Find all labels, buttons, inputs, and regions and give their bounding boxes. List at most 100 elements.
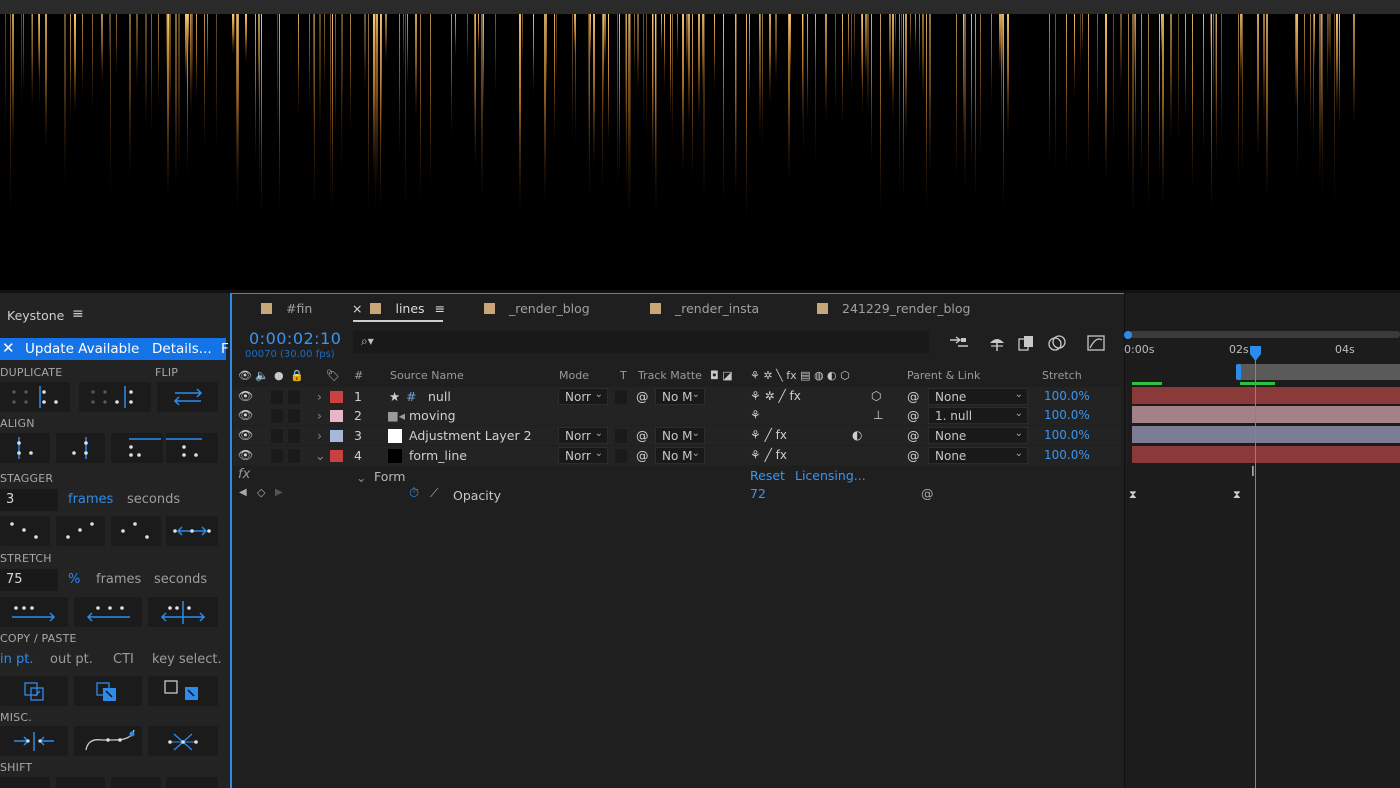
lock-box[interactable] [288, 449, 300, 463]
copy-key-select-toggle[interactable]: key select. [152, 652, 222, 667]
solo-box[interactable] [271, 429, 283, 443]
current-time-indicator-line[interactable] [1255, 358, 1256, 788]
tab-render-blog[interactable]: _render_blog [484, 301, 590, 316]
col-number[interactable]: # [354, 369, 363, 382]
add-keyframe-icon[interactable]: ◇ [257, 486, 265, 499]
flip-button[interactable] [157, 382, 218, 412]
align-out-button[interactable] [56, 433, 105, 463]
chevron-down-icon[interactable]: ⌄ [315, 448, 325, 463]
layer-duration-bar[interactable] [1132, 387, 1400, 404]
collapse-icon[interactable]: ⊥ [873, 408, 883, 422]
adjustment-switch-icon[interactable]: ◐ [852, 428, 862, 442]
preserve-transparency-box[interactable] [615, 390, 627, 404]
next-keyframe-icon[interactable]: ▶ [275, 487, 283, 498]
align-top-button[interactable] [111, 433, 163, 463]
copy-button[interactable] [0, 676, 68, 706]
shift-right-far-button[interactable] [166, 777, 218, 788]
mode-dropdown[interactable]: Norr ⌄ [558, 427, 608, 444]
tab-render-insta[interactable]: _render_insta [650, 301, 759, 316]
tab-close-icon[interactable]: × [352, 301, 362, 316]
label-color-chip[interactable] [330, 391, 343, 403]
reset-link[interactable]: Reset [750, 468, 785, 483]
col-t[interactable]: T [620, 369, 627, 382]
current-time-indicator-head[interactable] [1249, 346, 1262, 362]
layer-switches[interactable]: ⚘ ╱ fx [750, 448, 787, 462]
stretch-left-button[interactable] [74, 597, 142, 627]
previous-keyframe-icon[interactable]: ◀ [239, 487, 247, 498]
graph-icon[interactable]: ⟋ [430, 486, 438, 501]
layer-duration-bar[interactable] [1132, 446, 1400, 463]
time-navigator-bar[interactable] [1128, 331, 1400, 338]
track-matte-dropdown[interactable]: No M ⌄ [655, 388, 705, 405]
frame-blending-icon[interactable] [1016, 334, 1038, 352]
pickwhip-icon[interactable]: @ [636, 448, 649, 463]
stretch-center-button[interactable] [148, 597, 218, 627]
copy-out-point-toggle[interactable]: out pt. [50, 652, 93, 667]
col-mode[interactable]: Mode [559, 369, 589, 382]
stagger-center-button[interactable] [111, 516, 161, 546]
layer-switches[interactable]: ⚘ [750, 408, 761, 422]
align-in-button[interactable] [0, 433, 50, 463]
stretch-value[interactable]: 100.0% [1044, 448, 1090, 462]
composition-flowchart-icon[interactable] [948, 334, 970, 352]
shift-left-button[interactable] [56, 777, 105, 788]
stretch-value-input[interactable]: 75 [0, 569, 58, 591]
layer-switches[interactable]: ⚘ ╱ fx [750, 428, 787, 442]
layer-name[interactable]: form_line [409, 448, 467, 463]
solo-icon[interactable]: ● [274, 369, 284, 382]
pickwhip-icon[interactable]: @ [636, 389, 649, 404]
stagger-value-input[interactable]: 3 [0, 489, 58, 511]
eye-icon[interactable]: 👁 [238, 389, 253, 403]
property-value[interactable]: 72 [750, 486, 766, 501]
chevron-right-icon[interactable]: › [317, 428, 322, 443]
keyframe-icon[interactable]: ⧗ [1233, 488, 1241, 502]
col-source-name[interactable]: Source Name [390, 369, 464, 382]
pickwhip-icon[interactable]: @ [636, 428, 649, 443]
lock-box[interactable] [288, 390, 300, 404]
layer-switches[interactable]: ⚘ ✲ ╱ fx [750, 389, 801, 403]
label-color-chip[interactable] [330, 450, 343, 462]
preserve-transparency-box[interactable] [615, 429, 627, 443]
misc-merge-button[interactable] [0, 726, 68, 756]
eye-icon[interactable]: 👁 [238, 408, 253, 422]
label-tag-icon[interactable]: 🏷 [326, 369, 340, 382]
shy-layers-icon[interactable] [986, 334, 1008, 352]
lock-icon[interactable]: 🔒 [290, 369, 304, 382]
stretch-seconds-toggle[interactable]: seconds [154, 572, 207, 587]
parent-pickwhip-icon[interactable]: @ [907, 428, 920, 443]
stagger-down-button[interactable] [0, 516, 50, 546]
layer-name[interactable]: moving [409, 408, 456, 423]
tab-241229-render-blog[interactable]: 241229_render_blog [817, 301, 970, 316]
motion-blur-icon[interactable] [1046, 334, 1068, 352]
parent-dropdown[interactable]: None ⌄ [928, 447, 1028, 464]
chevron-down-icon[interactable]: ⌄ [356, 470, 366, 485]
copy-cti-toggle[interactable]: CTI [113, 652, 134, 667]
layer-row[interactable]: 👁 › 3 Adjustment Layer 2 Norr ⌄ @ No M ⌄ ⚘… [233, 426, 1121, 446]
col-track-matte[interactable]: Track Matte [638, 369, 702, 382]
col-stretch[interactable]: Stretch [1042, 369, 1082, 382]
expression-pickwhip-icon[interactable]: @ [921, 486, 934, 501]
close-icon[interactable]: ✕ [2, 339, 15, 357]
align-bottom-button[interactable] [166, 433, 218, 463]
label-color-chip[interactable] [330, 410, 343, 422]
parent-pickwhip-icon[interactable]: @ [907, 389, 920, 404]
tab-lines[interactable]: × lines ≡ [352, 301, 445, 316]
layer-duration-bar[interactable] [1132, 426, 1400, 443]
stopwatch-icon[interactable]: ⏱ [409, 486, 419, 501]
lock-box[interactable] [288, 409, 300, 423]
stretch-right-button[interactable] [0, 597, 68, 627]
stretch-value[interactable]: 100.0% [1044, 389, 1090, 403]
solo-box[interactable] [271, 449, 283, 463]
preserve-transparency-box[interactable] [615, 449, 627, 463]
panel-menu-icon[interactable]: ≡ [72, 306, 84, 322]
stretch-value[interactable]: 100.0% [1044, 428, 1090, 442]
layer-name[interactable]: Adjustment Layer 2 [409, 428, 532, 443]
keyframe-icon[interactable]: ⧗ [1129, 488, 1137, 502]
track-matte-dropdown[interactable]: No M ⌄ [655, 447, 705, 464]
stagger-up-button[interactable] [56, 516, 105, 546]
col-parent-link[interactable]: Parent & Link [907, 369, 980, 382]
stretch-value[interactable]: 100.0% [1044, 408, 1090, 422]
lock-box[interactable] [288, 429, 300, 443]
layer-row[interactable]: 👁 › 1 ★ # null Norr ⌄ @ No M ⌄ ⚘ ✲ ╱ fx ⬡ … [233, 387, 1121, 407]
effect-name[interactable]: Form [374, 469, 406, 484]
